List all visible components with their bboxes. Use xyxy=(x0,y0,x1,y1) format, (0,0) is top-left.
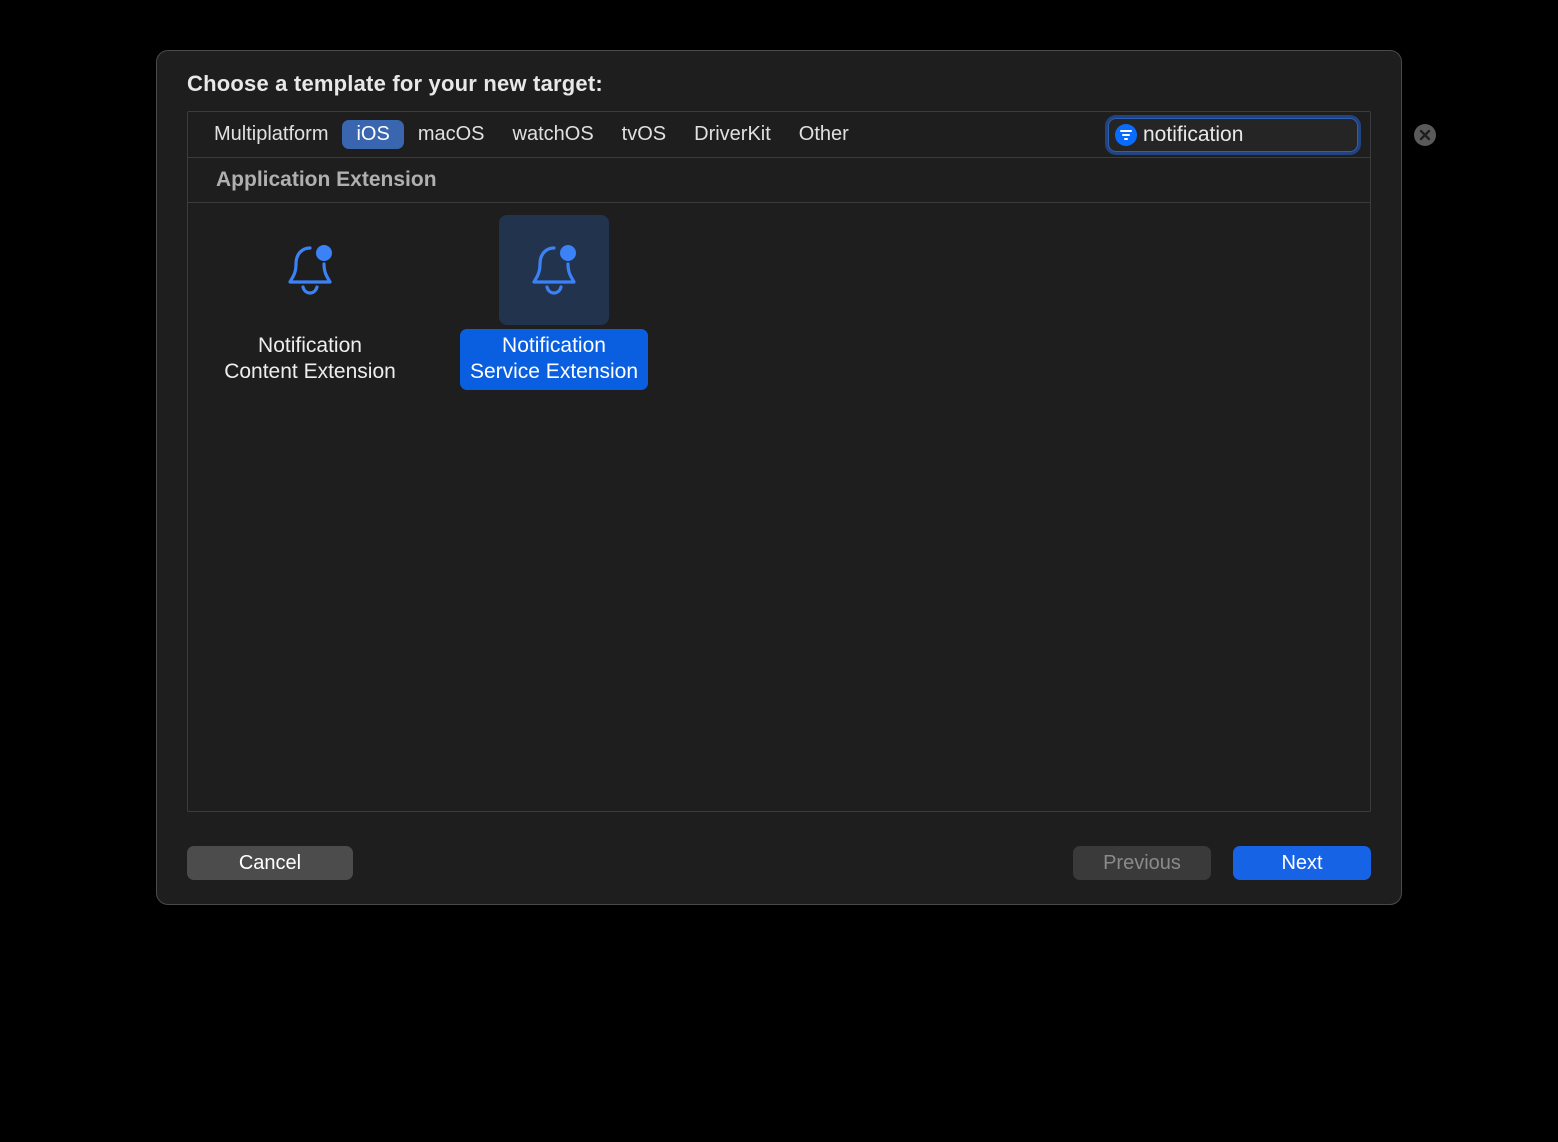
bell-badge-icon xyxy=(278,238,342,302)
template-icon-box xyxy=(255,215,365,325)
platform-tab-macos[interactable]: macOS xyxy=(404,120,499,149)
previous-button[interactable]: Previous xyxy=(1073,846,1211,880)
sheet-title: Choose a template for your new target: xyxy=(187,71,1371,97)
next-button[interactable]: Next xyxy=(1233,846,1371,880)
platform-tab-multiplatform[interactable]: Multiplatform xyxy=(200,120,342,149)
template-icon-box xyxy=(499,215,609,325)
bell-badge-icon xyxy=(522,238,586,302)
template-filter-input[interactable] xyxy=(1143,123,1414,147)
clear-filter-button[interactable] xyxy=(1414,124,1436,146)
content-frame: Multiplatform iOS macOS watchOS tvOS Dri… xyxy=(187,111,1371,812)
platform-tab-other[interactable]: Other xyxy=(785,120,863,149)
new-target-template-sheet: Choose a template for your new target: M… xyxy=(156,50,1402,905)
template-label: Notification Content Extension xyxy=(214,329,406,390)
template-notification-service-extension[interactable]: Notification Service Extension xyxy=(442,215,666,390)
templates-grid: Notification Content Extension Notificat… xyxy=(188,203,1370,811)
platform-tabs: Multiplatform iOS macOS watchOS tvOS Dri… xyxy=(200,120,863,149)
platform-bar: Multiplatform iOS macOS watchOS tvOS Dri… xyxy=(188,112,1370,158)
close-icon xyxy=(1419,129,1431,141)
filter-icon xyxy=(1120,130,1132,140)
platform-tab-watchos[interactable]: watchOS xyxy=(499,120,608,149)
template-notification-content-extension[interactable]: Notification Content Extension xyxy=(198,215,422,390)
platform-tab-driverkit[interactable]: DriverKit xyxy=(680,120,785,149)
cancel-button[interactable]: Cancel xyxy=(187,846,353,880)
sheet-footer: Cancel Previous Next xyxy=(187,812,1371,880)
template-filter-field[interactable] xyxy=(1108,118,1358,152)
template-label: Notification Service Extension xyxy=(460,329,648,390)
filter-scope-token[interactable] xyxy=(1115,124,1137,146)
platform-tab-tvos[interactable]: tvOS xyxy=(608,120,680,149)
section-header-application-extension: Application Extension xyxy=(188,158,1370,203)
platform-tab-ios[interactable]: iOS xyxy=(342,120,403,149)
